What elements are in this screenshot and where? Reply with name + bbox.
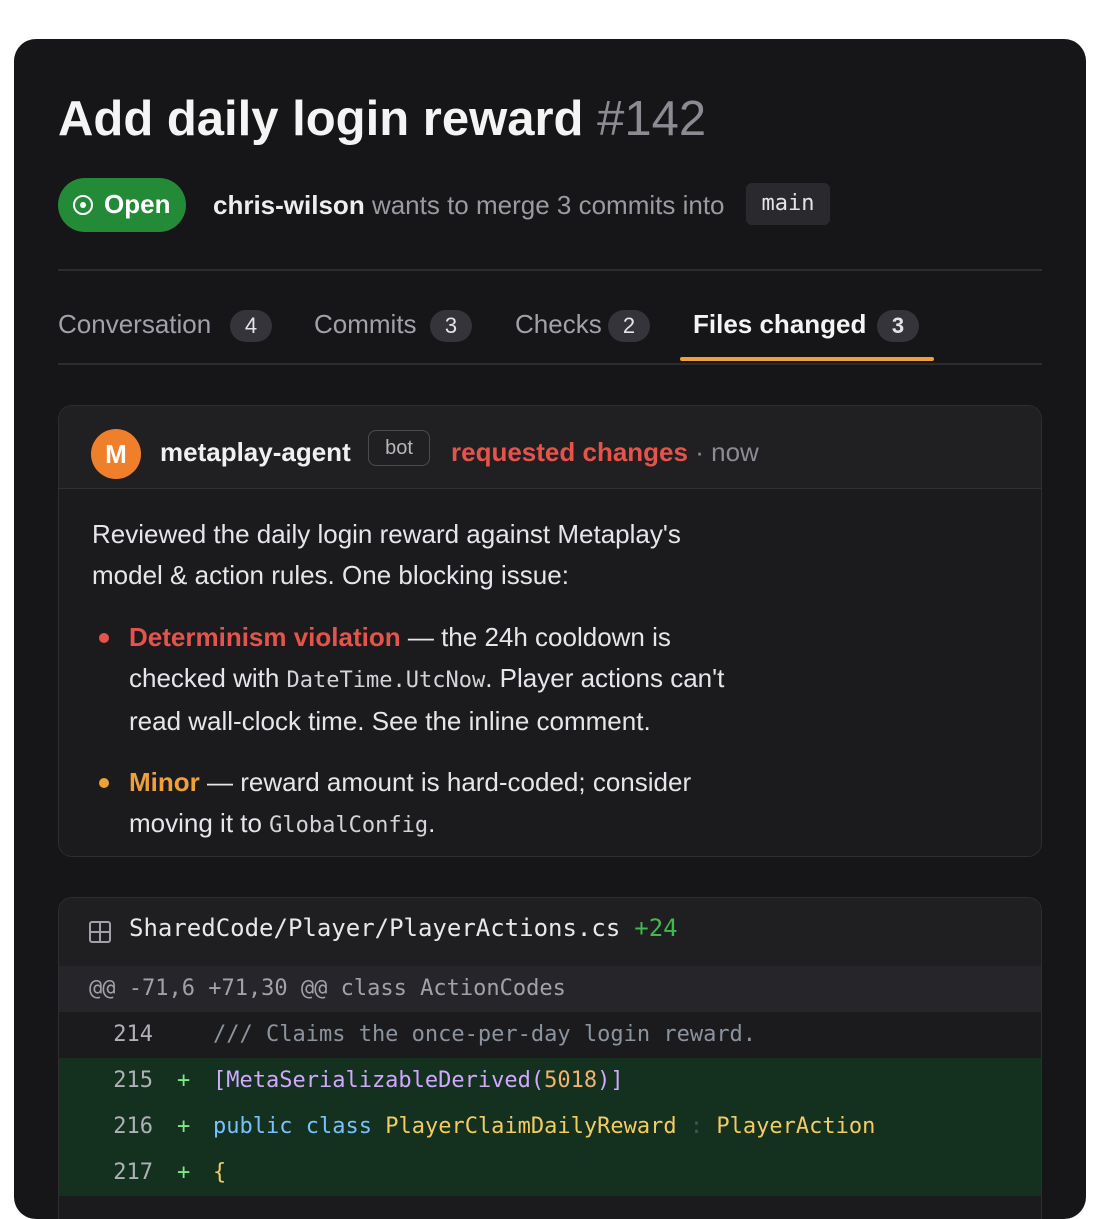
hunk-header-text: @@ -71,6 +71,30 @@ class ActionCodes — [89, 976, 566, 1001]
tab-label: Checks — [515, 309, 602, 339]
code-text: /// Claims the once-per-day login reward… — [213, 1022, 757, 1047]
tab-count: 4 — [230, 310, 272, 342]
base-branch[interactable]: main — [746, 183, 830, 225]
inline-code: DateTime.UtcNow — [286, 668, 486, 693]
review-time: now — [711, 437, 759, 467]
additions-count: +24 — [634, 914, 678, 942]
author-link[interactable]: chris-wilson — [213, 190, 365, 220]
file-path-text: SharedCode/Player/PlayerActions.cs — [129, 914, 621, 942]
inline-code: GlobalConfig — [269, 813, 429, 838]
tab-count: 3 — [430, 310, 472, 342]
file-path[interactable]: SharedCode/Player/PlayerActions.cs +24 — [129, 914, 678, 942]
tab-label: Commits — [314, 309, 417, 339]
avatar[interactable]: M — [91, 429, 141, 479]
code-attribute: )] — [597, 1068, 624, 1093]
review-summary: Reviewed the daily login reward against … — [92, 519, 681, 590]
diff-line[interactable]: 215 + [MetaSerializableDerived(5018)] — [59, 1058, 1041, 1104]
separator: · — [695, 437, 704, 467]
bot-badge: bot — [368, 430, 430, 466]
merge-description: wants to merge 3 commits into — [371, 190, 725, 220]
code-text: [MetaSerializableDerived(5018)] — [213, 1058, 624, 1104]
code-type: PlayerClaimDailyReward — [385, 1114, 677, 1139]
issue-title: Minor — [129, 767, 200, 797]
hunk-header: @@ -71,6 +71,30 @@ class ActionCodes — [59, 966, 1041, 1012]
pr-meta: Open chris-wilson wants to merge 3 commi… — [58, 178, 1058, 232]
status-badge: Open — [58, 178, 186, 232]
code-type: PlayerAction — [716, 1114, 876, 1139]
issue-title: Determinism violation — [129, 622, 401, 652]
reviewer-name[interactable]: metaplay-agent — [160, 437, 351, 468]
diff-line[interactable]: 217 + { — [59, 1150, 1041, 1196]
tab-bar: Conversation 4 Commits 3 Checks 2 Files … — [58, 301, 1042, 365]
pull-request-window: Add daily login reward #142 Open chris-w… — [14, 39, 1086, 1219]
bullet-text: Determinism violation — the 24h cooldown… — [129, 617, 749, 742]
code-punctuation: : — [689, 1114, 704, 1139]
review-header: M metaplay-agent bot requested changes ·… — [59, 406, 1041, 489]
tabs-divider — [58, 363, 1042, 365]
open-circle-icon — [73, 195, 93, 215]
review-body: Reviewed the daily login reward against … — [92, 514, 1012, 838]
tab-count: 2 — [608, 310, 650, 342]
review-status: requested changes · now — [451, 437, 759, 468]
line-number: 215 — [113, 1068, 153, 1093]
diff-sign: + — [177, 1114, 191, 1139]
line-number: 214 — [113, 1022, 153, 1047]
file-diff: SharedCode/Player/PlayerActions.cs +24 @@… — [58, 897, 1042, 1219]
issue-text: . — [428, 808, 436, 838]
diff-line[interactable]: 216 + public class PlayerClaimDailyRewar… — [59, 1104, 1041, 1150]
pr-title: Add daily login reward — [58, 92, 584, 146]
diff-line[interactable]: 214 /// Claims the once-per-day login re… — [59, 1012, 1041, 1058]
code-text: { — [213, 1160, 227, 1185]
line-number: 217 — [113, 1160, 153, 1185]
tab-label: Files changed — [693, 309, 867, 339]
code-attribute: [MetaSerializableDerived( — [213, 1068, 545, 1093]
line-number: 216 — [113, 1114, 153, 1139]
header-divider — [58, 269, 1042, 271]
active-tab-indicator — [680, 357, 934, 361]
page-title: Add daily login reward #142 — [58, 91, 706, 147]
red-bullet-icon — [99, 633, 109, 643]
merge-summary: chris-wilson wants to merge 3 commits in… — [213, 190, 725, 221]
status-badge-label: Open — [104, 189, 171, 219]
code-keyword: public — [213, 1114, 293, 1139]
tab-count: 3 — [877, 310, 919, 342]
pr-number: #142 — [597, 92, 707, 146]
amber-bullet-icon — [99, 778, 109, 788]
file-diff-icon[interactable] — [89, 921, 111, 943]
diff-sign: + — [177, 1160, 191, 1185]
diff-header: SharedCode/Player/PlayerActions.cs +24 — [59, 898, 1041, 966]
bullet-text: Minor — reward amount is hard-coded; con… — [129, 762, 749, 846]
code-keyword: class — [305, 1114, 372, 1139]
review-card: M metaplay-agent bot requested changes ·… — [58, 405, 1042, 857]
review-verdict: requested changes — [451, 437, 688, 467]
diff-sign: + — [177, 1068, 191, 1093]
code-text: public class PlayerClaimDailyReward : Pl… — [213, 1104, 875, 1150]
tab-label: Conversation — [58, 309, 212, 339]
code-number: 5018 — [544, 1068, 598, 1093]
